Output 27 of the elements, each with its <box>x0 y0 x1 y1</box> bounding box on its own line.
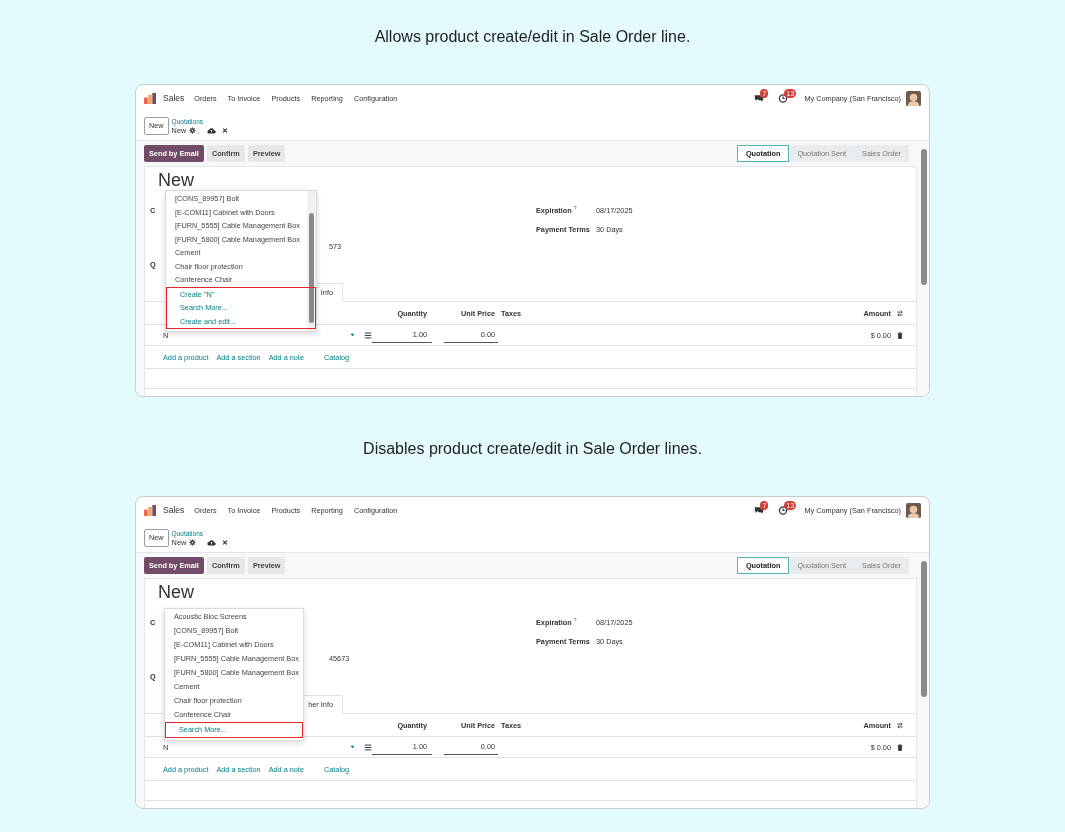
list-icon[interactable] <box>364 743 372 751</box>
caption: Allows product create/edit in Sale Order line. <box>374 27 691 47</box>
settings-icon[interactable] <box>189 126 197 134</box>
cloud-upload-icon[interactable] <box>207 538 217 546</box>
clock-icon[interactable] <box>778 505 789 515</box>
discard-icon[interactable] <box>222 126 229 134</box>
app-logo-icon <box>144 92 157 104</box>
caption: Disables product create/edit in Sale Order lines. <box>363 439 702 459</box>
swap-icon[interactable] <box>896 721 904 729</box>
record-title: New <box>157 583 195 601</box>
swap-icon[interactable] <box>896 309 904 317</box>
app-name[interactable]: Sales <box>163 505 185 515</box>
avatar-icon[interactable] <box>906 90 921 106</box>
clock-icon[interactable] <box>778 93 789 103</box>
trash-icon[interactable] <box>896 743 904 751</box>
list-icon[interactable] <box>364 331 372 339</box>
discard-icon[interactable] <box>222 538 229 546</box>
app-logo-icon <box>144 504 157 516</box>
trash-icon[interactable] <box>896 331 904 339</box>
avatar-icon[interactable] <box>906 502 921 518</box>
app-name[interactable]: Sales <box>163 93 185 103</box>
record-title: New <box>157 171 195 189</box>
caret-icon[interactable] <box>350 745 355 749</box>
scrollbar[interactable] <box>307 191 316 331</box>
caret-icon[interactable] <box>350 333 355 337</box>
cloud-upload-icon[interactable] <box>207 126 217 134</box>
settings-icon[interactable] <box>189 538 197 546</box>
